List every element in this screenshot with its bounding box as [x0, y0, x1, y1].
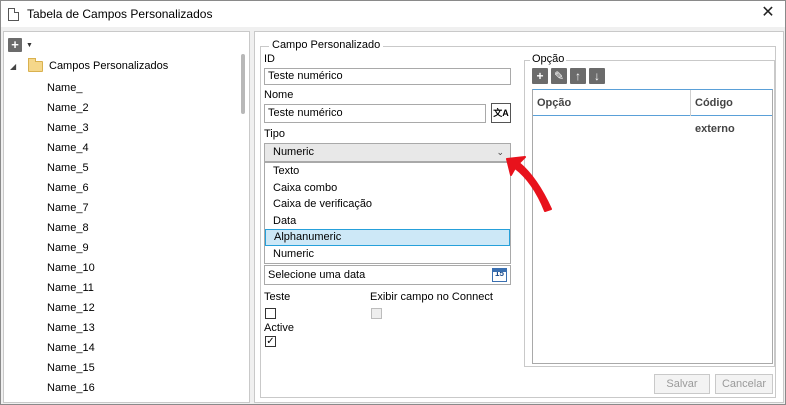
cancel-button[interactable]: Cancelar [715, 374, 773, 394]
document-icon [8, 8, 19, 21]
tipo-selected-value: Numeric [273, 146, 314, 158]
tree-item[interactable]: Name_4 [47, 138, 95, 158]
tree-item[interactable]: Name_3 [47, 118, 95, 138]
tree-root-label: Campos Personalizados [49, 60, 169, 72]
tipo-option[interactable]: Texto [265, 163, 510, 180]
campo-personalizado-group: Campo Personalizado ID Teste numérico No… [260, 39, 776, 398]
translate-icon[interactable]: 文A [491, 103, 511, 123]
tipo-label: Tipo [264, 128, 285, 140]
tipo-option[interactable]: Alphanumeric [265, 229, 510, 246]
active-checkbox[interactable]: ✓ [265, 336, 276, 347]
campo-personalizado-title: Campo Personalizado [269, 39, 384, 51]
nome-field[interactable]: Teste numérico [264, 104, 486, 123]
window-title: Tabela de Campos Personalizados [27, 7, 213, 21]
tree-panel: + ▼ ◢ Campos Personalizados Name_ Name_2 N… [3, 31, 250, 403]
tree-item[interactable]: Name_9 [47, 238, 95, 258]
dialog-window: Tabela de Campos Personalizados ✕ + ▼ ◢ … [0, 0, 786, 405]
expand-triangle-icon[interactable]: ◢ [10, 62, 24, 71]
tree-item[interactable]: Name_5 [47, 158, 95, 178]
options-grid[interactable]: Opção Código externo [532, 89, 773, 364]
close-button[interactable]: ✕ [757, 3, 779, 23]
tree-items-list: Name_ Name_2 Name_3 Name_4 Name_5 Name_6 Name_… [47, 78, 95, 402]
tree-item[interactable]: Name_14 [47, 338, 95, 358]
nome-label: Nome [264, 89, 294, 101]
add-field-button[interactable]: + [8, 38, 22, 52]
title-bar: Tabela de Campos Personalizados ✕ [1, 1, 785, 27]
tree-item[interactable]: Name_7 [47, 198, 95, 218]
red-arrow-annotation [506, 156, 552, 212]
tree-item[interactable]: Name_16 [47, 378, 95, 398]
tipo-dropdown-list: Texto Caixa combo Caixa de verificação Data… [264, 162, 511, 264]
tree-item[interactable]: Name_8 [47, 218, 95, 238]
opcao-toolbar: + ✎ ↑ ↓ [532, 68, 605, 84]
date-placeholder: Selecione uma data [268, 269, 366, 281]
tipo-option[interactable]: Caixa combo [265, 180, 510, 197]
add-option-button[interactable]: + [532, 68, 548, 84]
tree-item[interactable]: Name_10 [47, 258, 95, 278]
tree-item[interactable]: Name_11 [47, 278, 95, 298]
arrow-down-icon[interactable]: ↓ [589, 68, 605, 84]
edit-icon[interactable]: ✎ [551, 68, 567, 84]
active-label: Active [264, 322, 294, 334]
tree-item[interactable]: Name_12 [47, 298, 95, 318]
tree-scrollbar[interactable] [241, 54, 245, 114]
grid-header: Opção Código externo [533, 90, 772, 135]
teste-label: Teste [264, 291, 291, 303]
tree-item[interactable]: Name_13 [47, 318, 95, 338]
arrow-up-icon[interactable]: ↑ [570, 68, 586, 84]
calendar-icon[interactable]: 15 [492, 268, 507, 282]
tree-item[interactable]: Name_15 [47, 358, 95, 378]
chevron-down-icon[interactable]: ▼ [26, 42, 33, 49]
date-picker[interactable]: Selecione uma data 15 [264, 265, 511, 285]
tree-item[interactable]: Name_2 [47, 98, 95, 118]
column-header-codigo-externo[interactable]: Código externo [691, 90, 772, 135]
id-label: ID [264, 53, 275, 65]
opcao-title: Opção [530, 53, 567, 65]
tree-toolbar: + ▼ [8, 37, 33, 53]
column-header-opcao[interactable]: Opção [533, 90, 691, 116]
tree-root-node[interactable]: ◢ Campos Personalizados [10, 57, 169, 74]
main-panel: Campo Personalizado ID Teste numérico No… [254, 31, 784, 403]
tipo-select[interactable]: Numeric ⌄ [264, 143, 511, 162]
tipo-option[interactable]: Caixa de verificação [265, 196, 510, 213]
tree-item[interactable]: Name_17 [47, 398, 95, 402]
tipo-option[interactable]: Data [265, 213, 510, 230]
teste-checkbox[interactable] [265, 308, 276, 319]
exibir-label: Exibir campo no Connect [370, 291, 493, 303]
tree-item[interactable]: Name_ [47, 78, 95, 98]
tipo-option[interactable]: Numeric [265, 246, 510, 263]
exibir-checkbox[interactable] [371, 308, 382, 319]
tree-item[interactable]: Name_6 [47, 178, 95, 198]
id-field[interactable]: Teste numérico [264, 68, 511, 85]
opcao-group: Opção + ✎ ↑ ↓ Opção Código externo [524, 53, 775, 367]
folder-icon [28, 57, 43, 72]
save-button[interactable]: Salvar [654, 374, 710, 394]
